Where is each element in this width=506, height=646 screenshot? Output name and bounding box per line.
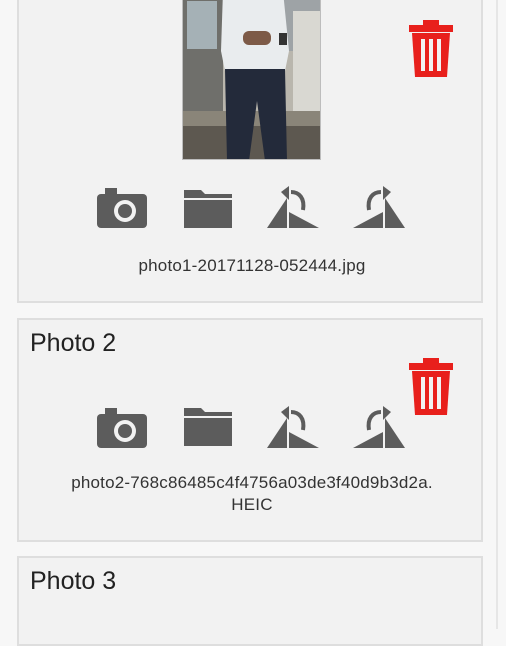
rotate-right-icon — [353, 406, 405, 448]
photo-card-2: Photo 2 photo2-768c86485c4f4756a03de3f40… — [17, 318, 483, 542]
photo-3-title: Photo 3 — [30, 567, 117, 595]
trash-icon — [409, 358, 453, 415]
camera-icon — [97, 188, 147, 228]
photo-2-title: Photo 2 — [30, 329, 117, 357]
photo-2-filename: photo2-768c86485c4f4756a03de3f40d9b3d2a.… — [19, 472, 485, 516]
choose-file-2-button[interactable] — [181, 406, 235, 450]
photo-card-3: Photo 3 — [17, 556, 483, 646]
rotate-left-icon — [267, 186, 319, 228]
camera-icon — [97, 408, 147, 448]
take-photo-2-button[interactable] — [95, 406, 149, 450]
delete-photo-1-button[interactable] — [407, 20, 455, 78]
photo-2-filename-line-2: HEIC — [231, 495, 273, 514]
folder-icon — [184, 408, 232, 446]
photo-1-filename: photo1-20171128-052444.jpg — [138, 256, 366, 275]
delete-photo-2-button[interactable] — [407, 358, 455, 416]
rotate-right-1-button[interactable] — [353, 186, 407, 230]
take-photo-1-button[interactable] — [95, 186, 149, 230]
photo-card-1: photo1-20171128-052444.jpg — [17, 0, 483, 303]
photo-1-thumbnail[interactable] — [182, 0, 321, 160]
page-scroll-edge — [496, 0, 498, 629]
rotate-left-1-button[interactable] — [265, 186, 319, 230]
choose-file-1-button[interactable] — [181, 188, 235, 232]
folder-icon — [184, 190, 232, 228]
rotate-right-icon — [353, 186, 405, 228]
trash-icon — [409, 20, 453, 77]
rotate-right-2-button[interactable] — [353, 406, 407, 450]
photo-2-filename-line-1: photo2-768c86485c4f4756a03de3f40d9b3d2a. — [71, 473, 433, 492]
rotate-left-icon — [267, 406, 319, 448]
rotate-left-2-button[interactable] — [265, 406, 319, 450]
